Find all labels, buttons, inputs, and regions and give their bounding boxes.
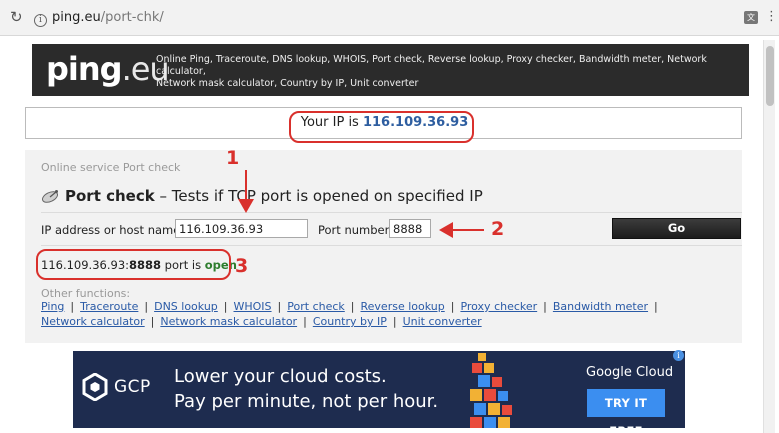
annotation-number-2: 2 xyxy=(491,218,505,240)
stacked-blocks-graphic xyxy=(470,353,512,428)
gcp-label: GCP xyxy=(114,377,151,397)
google-cloud-brand: Google Cloud xyxy=(586,365,674,380)
gcp-hexagon-icon xyxy=(82,373,108,401)
ad-info-icon[interactable]: i xyxy=(673,350,684,361)
ad-headline-1: Lower your cloud costs. xyxy=(174,366,387,387)
annotation-number-1: 1 xyxy=(226,147,240,169)
annotation-number-3: 3 xyxy=(235,255,249,277)
ad-headline-2: Pay per minute, not per hour. xyxy=(174,391,439,412)
try-it-free-button[interactable]: TRY IT FREE xyxy=(587,389,665,428)
ad-banner[interactable]: GCP Lower your cloud costs. Pay per minu… xyxy=(73,351,685,428)
